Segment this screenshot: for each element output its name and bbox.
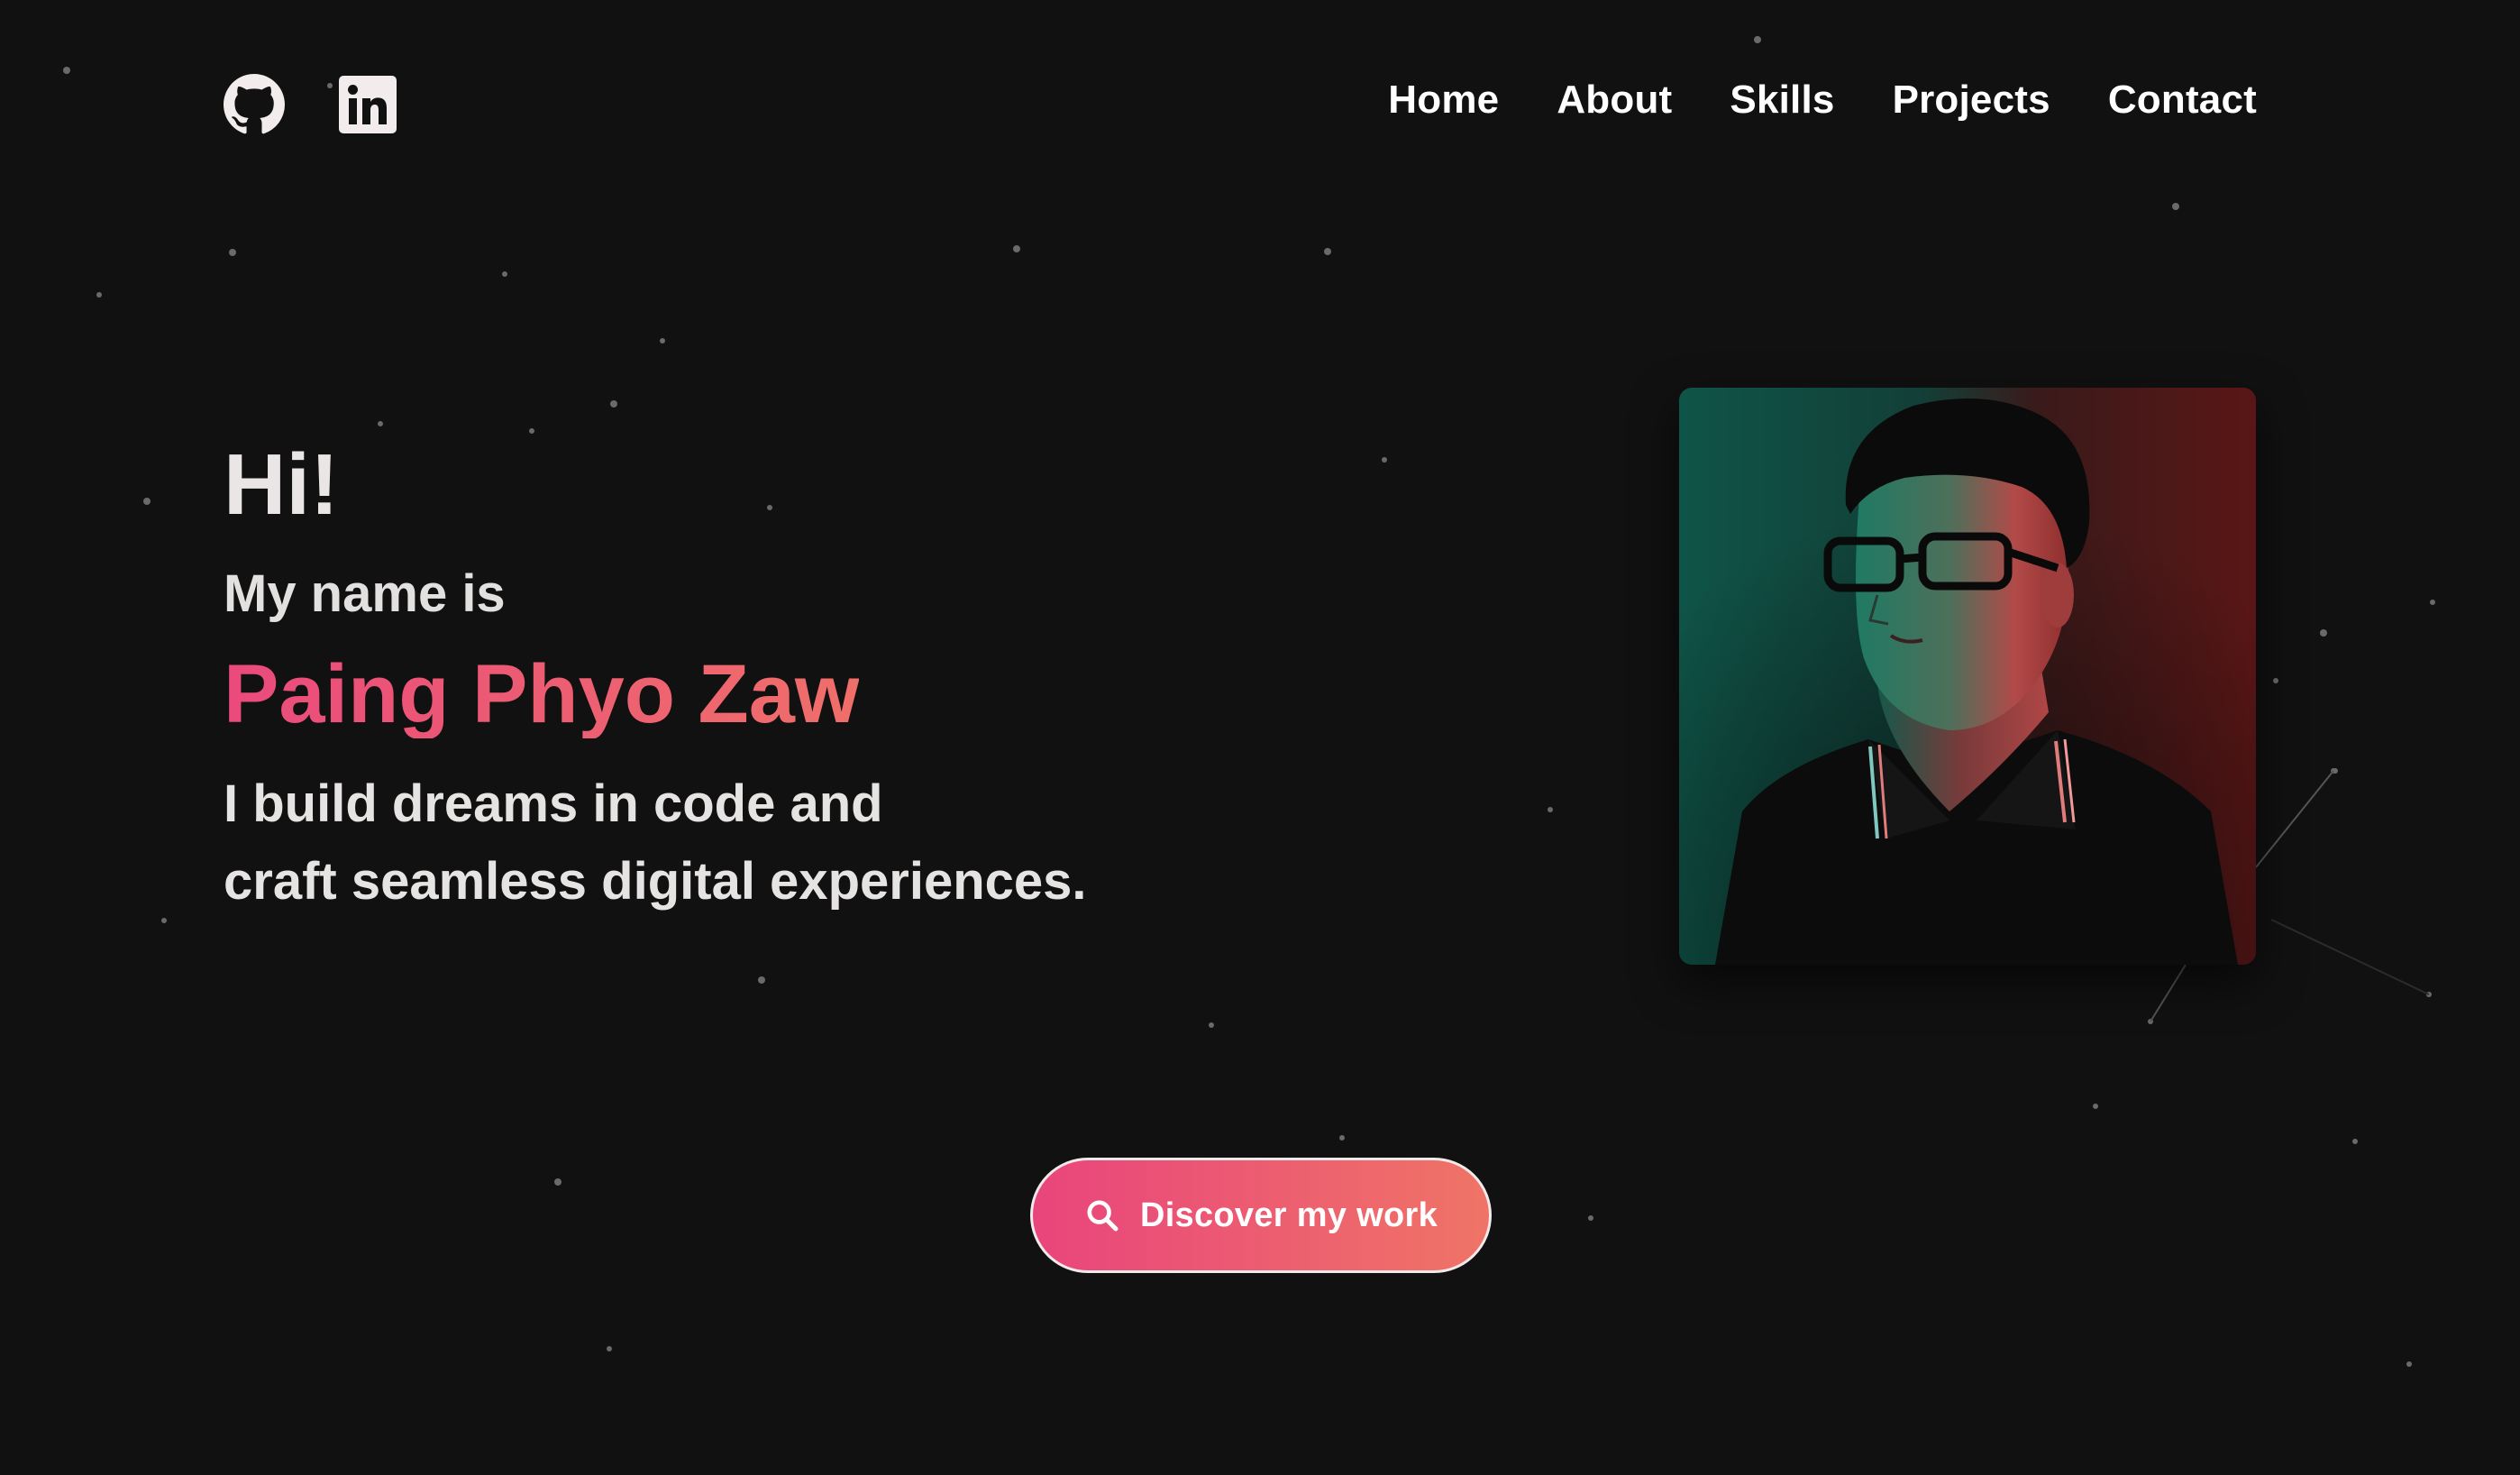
hero-tagline-line1: I build dreams in code and [224, 774, 883, 833]
search-icon [1087, 1200, 1118, 1232]
hero-tagline: I build dreams in code and craft seamles… [224, 765, 1087, 921]
hero-intro: My name is [224, 564, 506, 623]
nav-skills[interactable]: Skills [1730, 78, 1834, 123]
discover-work-label: Discover my work [1139, 1196, 1438, 1234]
github-icon[interactable] [224, 74, 285, 135]
hero-section: Hi! My name is Paing Phyo Zaw I build dr… [224, 442, 1087, 921]
discover-work-button[interactable]: Discover my work [1030, 1158, 1492, 1273]
hero-name: Paing Phyo Zaw [224, 648, 860, 740]
nav-contact[interactable]: Contact [2108, 78, 2257, 123]
linkedin-icon[interactable] [337, 74, 398, 135]
hero-tagline-line2: craft seamless digital experiences. [224, 851, 1087, 911]
hero-greeting: Hi! [224, 436, 339, 533]
nav-about[interactable]: About [1557, 78, 1672, 123]
profile-photo [1679, 388, 2256, 965]
social-links [224, 74, 398, 135]
main-nav: Home About Skills Projects Contact [1388, 78, 2257, 123]
nav-projects[interactable]: Projects [1893, 78, 2050, 123]
nav-home[interactable]: Home [1388, 78, 1499, 123]
portfolio-page: Home About Skills Projects Contact Hi! M… [0, 0, 2520, 1475]
